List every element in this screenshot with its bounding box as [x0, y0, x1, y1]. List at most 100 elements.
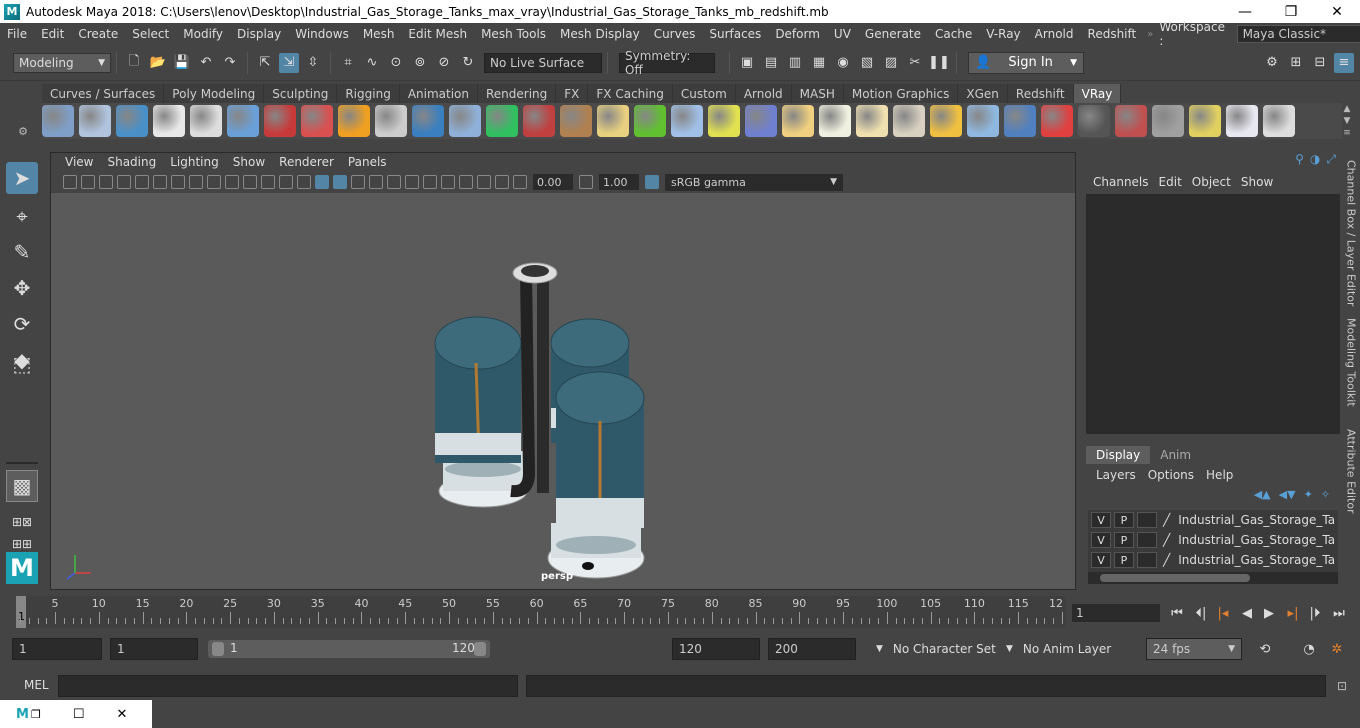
layer-playback-toggle[interactable]: P: [1114, 552, 1134, 568]
shelf-tab-arnold[interactable]: Arnold: [735, 84, 792, 103]
attribute-toggle-icon[interactable]: ⤢: [1326, 152, 1336, 170]
menu-select[interactable]: Select: [125, 27, 176, 41]
xray-icon[interactable]: [477, 175, 491, 189]
camera-attributes-icon[interactable]: [81, 175, 95, 189]
menu-edit-mesh[interactable]: Edit Mesh: [401, 27, 474, 41]
shelf-tool-icon[interactable]: [449, 105, 481, 137]
anim-layer-dropdown[interactable]: ▼ No Anim Layer: [1006, 639, 1111, 659]
shelf-tool-icon[interactable]: [1263, 105, 1295, 137]
bookmark-icon[interactable]: [99, 175, 113, 189]
step-back-key-icon[interactable]: ⏴|: [1192, 604, 1210, 622]
shelf-tab-curves-surfaces[interactable]: Curves / Surfaces: [42, 84, 165, 103]
tab-anim[interactable]: Anim: [1150, 446, 1201, 464]
shelf-tool-icon[interactable]: [1152, 105, 1184, 137]
menu-windows[interactable]: Windows: [288, 27, 356, 41]
shelf-tool-icon[interactable]: [597, 105, 629, 137]
range-start-handle[interactable]: [212, 642, 224, 656]
redshift-render-icon[interactable]: ▨: [881, 53, 901, 73]
current-frame-field[interactable]: 1: [1072, 604, 1160, 622]
move-layer-down-icon[interactable]: ◀▼: [1279, 488, 1296, 504]
shelf-tool-icon[interactable]: [930, 105, 962, 137]
rotate-tool-icon[interactable]: ⟳: [6, 308, 38, 340]
select-hierarchy-icon[interactable]: ⇱: [255, 53, 275, 73]
menu-display[interactable]: Display: [230, 27, 288, 41]
step-forward-frame-icon[interactable]: ▸|: [1284, 604, 1302, 622]
layer-menu-options[interactable]: Options: [1142, 468, 1200, 482]
menu-redshift[interactable]: Redshift: [1081, 27, 1144, 41]
shelf-tool-icon[interactable]: [227, 105, 259, 137]
motion-blur-icon[interactable]: [423, 175, 437, 189]
xray-joints-icon[interactable]: [495, 175, 509, 189]
shelf-tool-icon[interactable]: [116, 105, 148, 137]
camera-lock-icon[interactable]: [171, 175, 185, 189]
new-scene-icon[interactable]: 🗋: [124, 53, 144, 73]
shelf-tool-icon[interactable]: [375, 105, 407, 137]
side-tab-modeling-toolkit[interactable]: Modeling Toolkit: [1342, 316, 1360, 408]
shelf-tool-icon[interactable]: [708, 105, 740, 137]
fps-dropdown[interactable]: 24 fps ▼: [1146, 638, 1242, 660]
select-tool-icon[interactable]: ➤: [6, 162, 38, 194]
use-lights-icon[interactable]: [369, 175, 383, 189]
2d-pan-zoom-icon[interactable]: [135, 175, 149, 189]
menu-edit[interactable]: Edit: [34, 27, 71, 41]
shelf-tab-vray[interactable]: VRay: [1073, 84, 1122, 103]
channel-box-menu-show[interactable]: Show: [1236, 175, 1278, 189]
menu-mesh-tools[interactable]: Mesh Tools: [474, 27, 553, 41]
redo-icon[interactable]: ↷: [220, 53, 240, 73]
snap-curve-icon[interactable]: ∿: [362, 53, 382, 73]
select-component-icon[interactable]: ⇳: [303, 53, 323, 73]
modeling-toolkit-icon[interactable]: ⚙: [1262, 53, 1282, 73]
layer-visibility-toggle[interactable]: V: [1091, 552, 1111, 568]
loop-icon[interactable]: ⟲: [1256, 640, 1274, 658]
shelf-tool-icon[interactable]: [1041, 105, 1073, 137]
viewport-menu-view[interactable]: View: [58, 155, 100, 169]
layer-color-icon[interactable]: ╱: [1163, 553, 1170, 567]
render-view-icon[interactable]: ▣: [737, 53, 757, 73]
shelf-tab-fx[interactable]: FX: [556, 84, 589, 103]
tool-settings-icon[interactable]: ⊟: [1310, 53, 1330, 73]
close-icon[interactable]: ✕: [116, 707, 127, 722]
playback-end-field[interactable]: 120: [672, 638, 760, 660]
channel-box-body[interactable]: [1086, 194, 1340, 434]
exposure-field[interactable]: 0.00: [533, 174, 573, 190]
resolution-gate-icon[interactable]: [207, 175, 221, 189]
shelf-tool-icon[interactable]: [560, 105, 592, 137]
layer-menu-layers[interactable]: Layers: [1090, 468, 1142, 482]
arrow-down-icon[interactable]: ▼: [1344, 116, 1351, 126]
gamma-field[interactable]: 1.00: [599, 174, 639, 190]
lasso-tool-icon[interactable]: ⌖: [6, 200, 38, 232]
anti-alias-icon[interactable]: [441, 175, 455, 189]
range-end-handle[interactable]: [474, 642, 486, 656]
show-manipulator-icon[interactable]: ⬚: [6, 348, 38, 380]
wireframe-icon[interactable]: [297, 175, 311, 189]
play-backwards-icon[interactable]: ◀: [1238, 604, 1256, 622]
shelf-tool-icon[interactable]: [782, 105, 814, 137]
layer-playback-toggle[interactable]: P: [1114, 532, 1134, 548]
tab-display[interactable]: Display: [1086, 446, 1151, 464]
layer-row[interactable]: V P ╱ Industrial_Gas_Storage_Tanks_: [1088, 510, 1338, 530]
snap-point-icon[interactable]: ⊙: [386, 53, 406, 73]
shelf-tool-icon[interactable]: [1226, 105, 1258, 137]
menu-cache[interactable]: Cache: [928, 27, 979, 41]
shelf-tab-xgen[interactable]: XGen: [958, 84, 1008, 103]
shelf-tool-icon[interactable]: [967, 105, 999, 137]
current-time-marker[interactable]: 1: [16, 596, 26, 628]
shelf-tool-icon[interactable]: [486, 105, 518, 137]
shelf-tool-icon[interactable]: [301, 105, 333, 137]
channel-box-icon[interactable]: ⚲: [1295, 152, 1304, 170]
shelf-tool-icon[interactable]: [819, 105, 851, 137]
single-perspective-layout-icon[interactable]: ▩: [6, 470, 38, 502]
viewport-menu-show[interactable]: Show: [226, 155, 272, 169]
maximize-icon[interactable]: ☐: [73, 707, 85, 722]
layer-color-icon[interactable]: ╱: [1163, 533, 1170, 547]
channel-box-icon[interactable]: ≡: [1334, 52, 1354, 73]
snap-grid-icon[interactable]: ⌗: [338, 53, 358, 73]
shelf-tab-mash[interactable]: MASH: [791, 84, 844, 103]
menu-overflow-icon[interactable]: »: [1147, 29, 1153, 40]
menu-generate[interactable]: Generate: [858, 27, 928, 41]
sign-in-button[interactable]: 👤 Sign In ▼: [968, 51, 1084, 74]
channel-box-menu-channels[interactable]: Channels: [1088, 175, 1154, 189]
gate-mask-icon[interactable]: [225, 175, 239, 189]
shelf-tool-icon[interactable]: [745, 105, 777, 137]
go-to-start-icon[interactable]: ⏮: [1168, 604, 1186, 622]
